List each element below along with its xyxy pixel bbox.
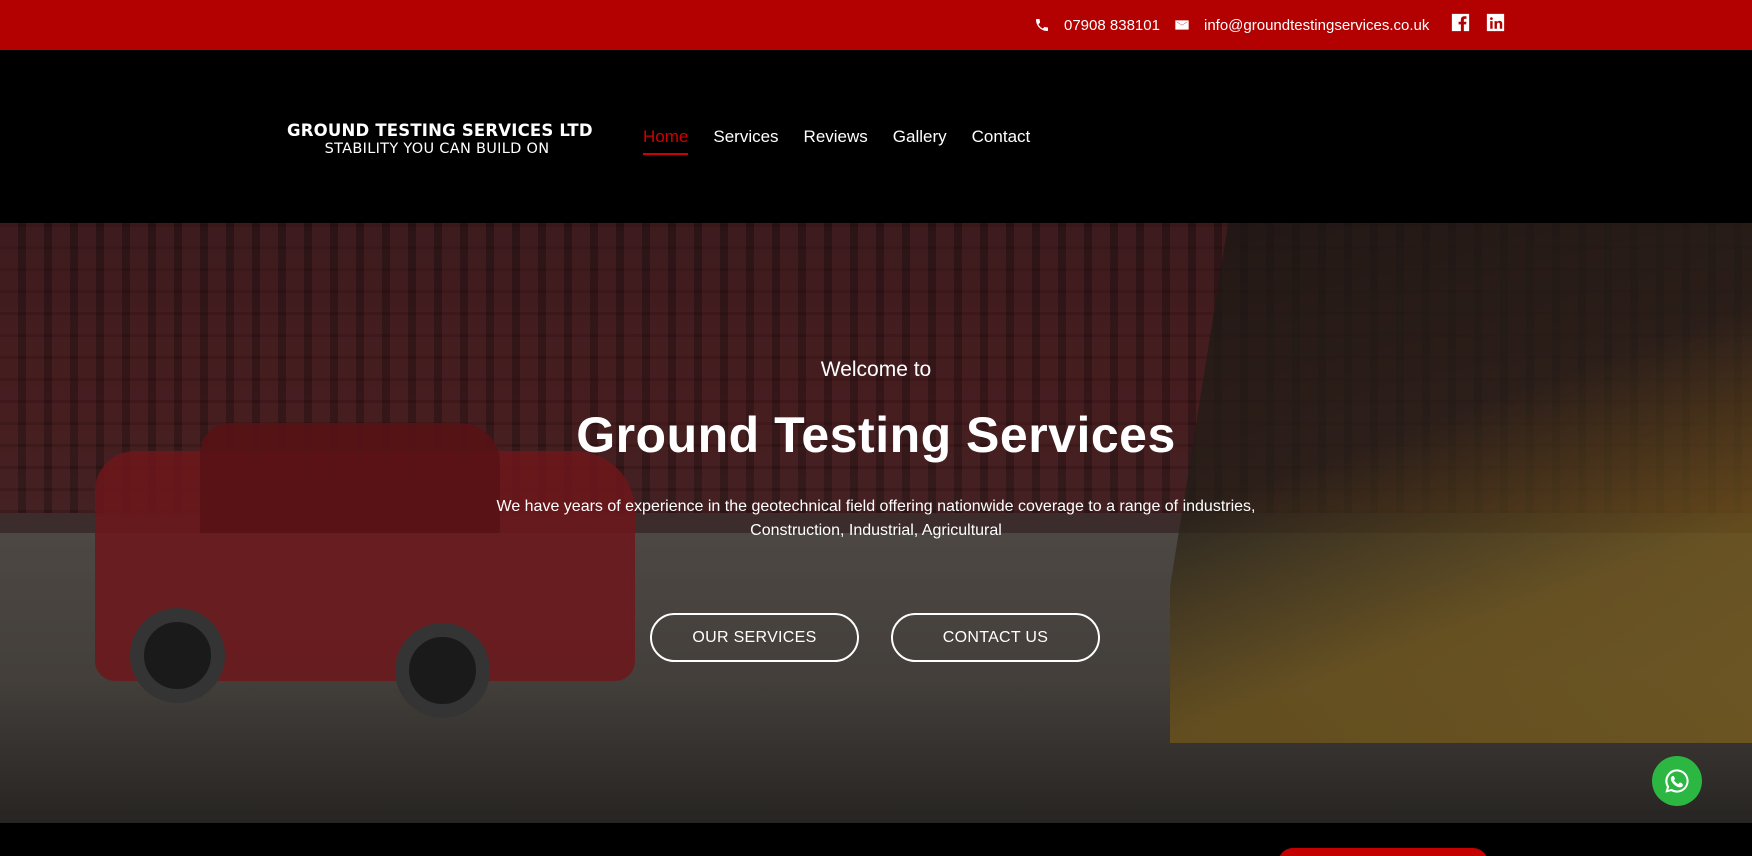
nav-services[interactable]: Services xyxy=(713,127,778,155)
site-header: GROUND TESTING SERVICES LTD STABILITY YO… xyxy=(0,50,1752,223)
hero-section: Welcome to Ground Testing Services We ha… xyxy=(0,223,1752,823)
nav-reviews[interactable]: Reviews xyxy=(804,127,868,155)
facebook-icon xyxy=(1451,13,1470,32)
email-address: info@groundtestingservices.co.uk xyxy=(1204,16,1430,34)
contact-us-button[interactable]: CONTACT US xyxy=(891,613,1100,662)
whatsapp-icon xyxy=(1665,769,1689,793)
hero-description: We have years of experience in the geote… xyxy=(476,495,1276,543)
facebook-link[interactable] xyxy=(1449,11,1472,34)
next-section-button-edge xyxy=(1278,848,1488,856)
nav-home[interactable]: Home xyxy=(643,127,689,155)
nav-contact[interactable]: Contact xyxy=(972,127,1031,155)
hero-description-line: Construction, Industrial, Agricultural xyxy=(750,522,1002,539)
our-services-button[interactable]: OUR SERVICES xyxy=(650,613,859,662)
linkedin-link[interactable] xyxy=(1484,11,1507,34)
next-section-strip xyxy=(0,823,1752,856)
phone-icon xyxy=(1036,19,1048,31)
phone-link[interactable]: 07908 838101 xyxy=(1034,0,1160,50)
main-nav: Home Services Reviews Gallery Contact xyxy=(643,127,1055,155)
whatsapp-chat-button[interactable] xyxy=(1652,756,1702,806)
envelope-icon xyxy=(1175,20,1189,30)
phone-number: 07908 838101 xyxy=(1064,16,1160,34)
site-logo[interactable]: GROUND TESTING SERVICES LTD STABILITY YO… xyxy=(287,121,593,157)
logo-tagline: STABILITY YOU CAN BUILD ON xyxy=(324,141,550,157)
top-contact-bar: 07908 838101 info@groundtestingservices.… xyxy=(0,0,1752,50)
logo-company-name: GROUND TESTING SERVICES LTD xyxy=(287,121,593,140)
hero-title: Ground Testing Services xyxy=(576,407,1176,463)
hero-welcome-text: Welcome to xyxy=(820,358,932,381)
nav-gallery[interactable]: Gallery xyxy=(893,127,947,155)
email-link[interactable]: info@groundtestingservices.co.uk xyxy=(1174,0,1429,50)
hero-description-line: We have years of experience in the geote… xyxy=(496,498,1256,515)
linkedin-icon xyxy=(1486,13,1505,32)
